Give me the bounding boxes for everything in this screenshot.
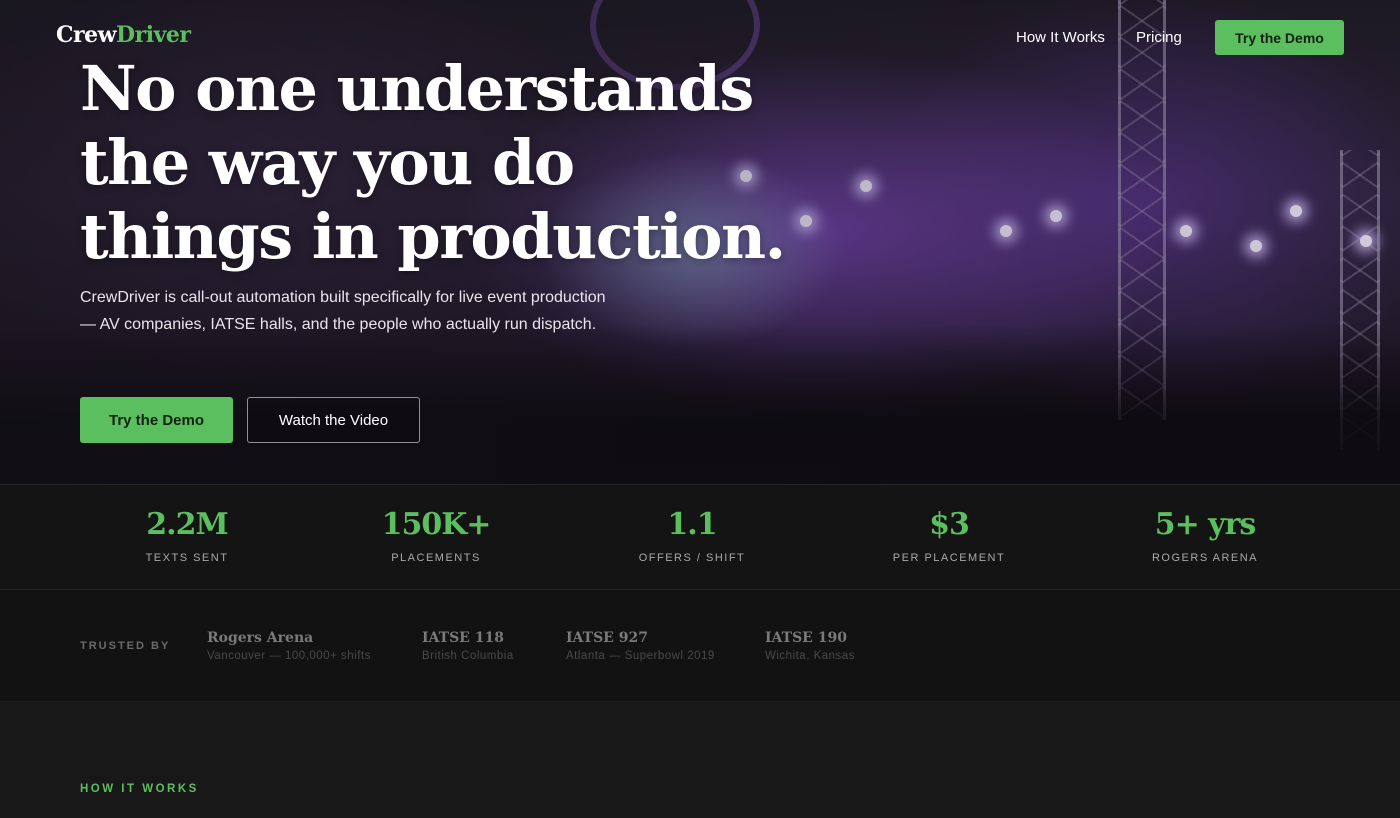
client-iatse-190: IATSE 190 Wichita, Kansas — [765, 630, 855, 662]
client-detail: Vancouver — 100,000+ shifts — [207, 650, 371, 662]
hero-section: CrewDriver How It Works Pricing Try the … — [0, 0, 1400, 484]
nav-how-it-works[interactable]: How It Works — [1016, 29, 1105, 46]
trusted-by-label: TRUSTED BY — [80, 640, 171, 652]
client-name: IATSE 118 — [422, 630, 504, 646]
client-name: IATSE 190 — [765, 630, 847, 646]
stats-bar: 2.2M TEXTS SENT 150K+ PLACEMENTS 1.1 OFF… — [0, 484, 1400, 590]
logo[interactable]: CrewDriver — [56, 22, 191, 48]
hero-subtext: CrewDriver is call-out automation built … — [80, 289, 606, 333]
client-name: IATSE 927 — [566, 630, 648, 646]
hero-headline: No one understands the way you do things… — [80, 52, 800, 274]
how-it-works-label: HOW IT WORKS — [80, 783, 199, 795]
client-detail: British Columbia — [422, 650, 514, 662]
hero-try-demo-button[interactable]: Try the Demo — [80, 397, 233, 443]
nav-try-demo-button[interactable]: Try the Demo — [1215, 20, 1344, 55]
stat-rogers-arena: 5+ yrs ROGERS ARENA — [1095, 507, 1315, 564]
how-it-works-section: HOW IT WORKS — [0, 702, 1400, 818]
stat-label: ROGERS ARENA — [1151, 552, 1259, 564]
client-iatse-927: IATSE 927 Atlanta — Superbowl 2019 — [566, 630, 715, 662]
headline-line: No one understands — [80, 52, 754, 125]
headline-line: things in production. — [80, 200, 786, 273]
client-rogers-arena: Rogers Arena Vancouver — 100,000+ shifts — [207, 630, 371, 662]
stat-label: OFFERS / SHIFT — [638, 552, 746, 564]
stat-offers-per-shift: 1.1 OFFERS / SHIFT — [582, 507, 802, 564]
stat-texts-sent: 2.2M TEXTS SENT — [77, 507, 297, 564]
logo-crew: Crew — [56, 22, 117, 48]
client-detail: Atlanta — Superbowl 2019 — [566, 650, 715, 662]
stat-value: 1.1 — [667, 507, 717, 542]
stat-placements: 150K+ PLACEMENTS — [326, 507, 546, 564]
stat-label: TEXTS SENT — [145, 552, 229, 564]
stat-label: PER PLACEMENT — [892, 552, 1006, 564]
stat-value: 2.2M — [146, 507, 228, 542]
nav-pricing[interactable]: Pricing — [1136, 29, 1182, 46]
client-name: Rogers Arena — [207, 630, 314, 646]
logo-driver: Driver — [116, 22, 191, 48]
stat-value: $3 — [929, 507, 970, 542]
trusted-by-section: TRUSTED BY Rogers Arena Vancouver — 100,… — [0, 590, 1400, 702]
stat-label: PLACEMENTS — [391, 552, 481, 564]
client-iatse-118: IATSE 118 British Columbia — [422, 630, 514, 662]
stat-value: 150K+ — [381, 507, 492, 542]
hero-watch-video-button[interactable]: Watch the Video — [247, 397, 420, 443]
stat-per-placement: $3 PER PLACEMENT — [839, 507, 1059, 564]
headline-line: the way you do — [80, 126, 575, 199]
client-detail: Wichita, Kansas — [765, 650, 855, 662]
stat-value: 5+ yrs — [1154, 507, 1257, 542]
